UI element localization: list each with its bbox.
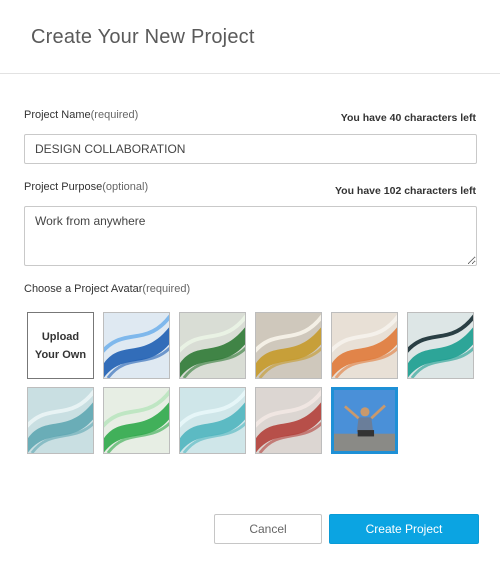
avatar-aqua-wave[interactable] bbox=[27, 387, 94, 454]
avatar-blue-ribbon-image bbox=[104, 313, 169, 378]
upload-avatar-label: Upload Your Own bbox=[35, 328, 86, 364]
avatar-teal-twist-image bbox=[408, 313, 473, 378]
avatar-green-sphere[interactable] bbox=[103, 387, 170, 454]
project-name-label-text: Project Name bbox=[24, 109, 91, 121]
avatar-green-sphere-image bbox=[104, 388, 169, 453]
avatar-green-stripes[interactable] bbox=[179, 312, 246, 379]
avatar-gold-knot[interactable] bbox=[255, 312, 322, 379]
avatar-orange-glass[interactable] bbox=[331, 312, 398, 379]
project-avatar-required: (required) bbox=[142, 283, 191, 295]
project-name-label: Project Name(required) bbox=[24, 109, 138, 121]
project-name-counter: You have 40 characters left bbox=[340, 112, 476, 124]
project-purpose-label-text: Project Purpose bbox=[24, 181, 103, 193]
avatar-orange-glass-image bbox=[332, 313, 397, 378]
upload-line-1: Upload bbox=[41, 330, 80, 343]
avatar-aqua-wave-image bbox=[28, 388, 93, 453]
project-purpose-counter: You have 102 characters left bbox=[334, 185, 476, 197]
upload-avatar-button[interactable]: Upload Your Own bbox=[27, 312, 94, 379]
project-purpose-label: Project Purpose(optional) bbox=[24, 181, 148, 193]
avatar-blue-ribbon[interactable] bbox=[103, 312, 170, 379]
project-purpose-optional: (optional) bbox=[102, 181, 149, 193]
avatar-red-ribbon[interactable] bbox=[255, 387, 322, 454]
avatar-cyan-bubbles[interactable] bbox=[179, 387, 246, 454]
avatar-person-laptop[interactable] bbox=[331, 387, 398, 454]
project-avatar-label: Choose a Project Avatar(required) bbox=[24, 283, 190, 295]
avatar-red-ribbon-image bbox=[256, 388, 321, 453]
avatar-person-laptop-image bbox=[334, 390, 395, 451]
project-name-input[interactable] bbox=[24, 134, 477, 164]
dialog-title: Create Your New Project bbox=[31, 26, 255, 48]
create-project-button[interactable]: Create Project bbox=[329, 514, 479, 544]
avatar-cyan-bubbles-image bbox=[180, 388, 245, 453]
project-name-required: (required) bbox=[90, 109, 139, 121]
avatar-gold-knot-image bbox=[256, 313, 321, 378]
cancel-button[interactable]: Cancel bbox=[214, 514, 322, 544]
project-purpose-textarea[interactable]: Work from anywhere bbox=[24, 206, 477, 266]
project-avatar-label-text: Choose a Project Avatar bbox=[24, 283, 143, 295]
avatar-green-stripes-image bbox=[180, 313, 245, 378]
dialog-header: Create Your New Project bbox=[0, 0, 500, 74]
upload-line-2: Your Own bbox=[34, 348, 87, 361]
avatar-teal-twist[interactable] bbox=[407, 312, 474, 379]
